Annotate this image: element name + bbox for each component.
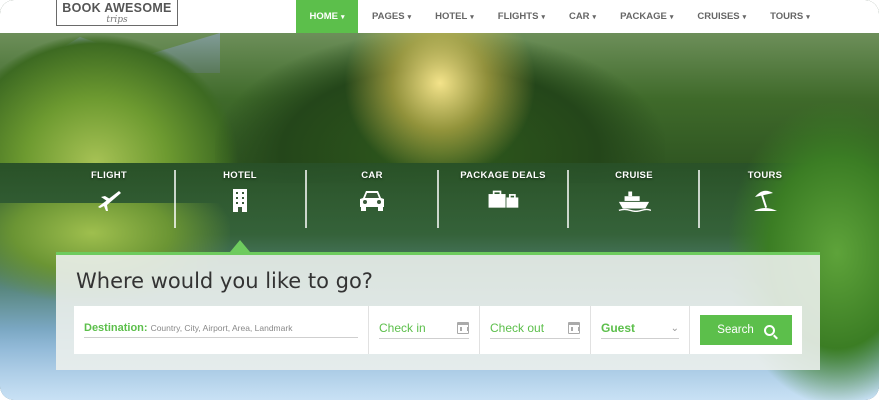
chevron-down-icon: ▾ [470, 13, 474, 21]
top-navigation-bar: BOOK AWESOME trips HOME ▾ PAGES ▾ HOTEL ▾ F… [0, 0, 879, 33]
tab-label: PACKAGE DEALS [460, 170, 546, 181]
search-form: Destination: Country, City, Airport, Are… [74, 306, 802, 354]
booking-category-tabs: FLIGHT HOTEL CAR PACKAGE DEALS CRUISE TO… [45, 170, 835, 232]
checkout-input[interactable]: Check out [490, 321, 580, 339]
destination-input[interactable]: Destination: Country, City, Airport, Are… [84, 322, 358, 338]
guest-select[interactable]: Guest ⌄ [591, 306, 690, 354]
tab-cruise[interactable]: CRUISE [570, 170, 698, 230]
search-icon [763, 324, 775, 336]
building-icon [223, 187, 257, 213]
tab-label: CRUISE [615, 170, 653, 181]
chevron-down-icon: ⌄ [670, 322, 679, 334]
tab-divider [698, 170, 700, 228]
search-button[interactable]: Search [700, 315, 792, 345]
site-logo[interactable]: BOOK AWESOME trips [56, 0, 178, 26]
chevron-down-icon: ▾ [407, 13, 412, 21]
nav-item-label: FLIGHTS [497, 11, 539, 22]
calendar-icon[interactable] [457, 322, 469, 334]
guest-dropdown[interactable]: Guest ⌄ [601, 321, 679, 339]
search-panel: Where would you like to go? Destination:… [56, 252, 820, 370]
nav-item-label: HOTEL [435, 11, 468, 22]
checkout-field[interactable]: Check out [480, 306, 591, 354]
nav-item-label: TOURS [770, 11, 804, 22]
tab-flight[interactable]: FLIGHT [45, 170, 173, 230]
nav-item-flights[interactable]: FLIGHTS ▾ [486, 0, 557, 33]
checkin-placeholder: Check in [379, 321, 426, 335]
guest-value: Guest [601, 321, 636, 335]
nav-item-hotel[interactable]: HOTEL ▾ [423, 0, 486, 33]
car-icon [355, 187, 389, 213]
tab-label: HOTEL [223, 170, 257, 181]
nav-item-tours[interactable]: TOURS ▾ [758, 0, 822, 33]
tab-divider [567, 170, 569, 228]
tab-divider [305, 170, 307, 228]
tab-label: TOURS [747, 170, 783, 181]
nav-item-package[interactable]: PACKAGE ▾ [608, 0, 685, 33]
nav-item-car[interactable]: CAR ▾ [557, 0, 608, 33]
checkin-input[interactable]: Check in [379, 321, 469, 339]
logo-title: BOOK AWESOME [62, 1, 172, 15]
checkin-field[interactable]: Check in [369, 306, 480, 354]
tab-label: CAR [361, 170, 383, 181]
search-button-label: Search [717, 324, 754, 336]
main-menu: HOME ▾ PAGES ▾ HOTEL ▾ FLIGHTS ▾ CAR ▾ PACKAG… [296, 0, 822, 33]
tab-tours[interactable]: TOURS [701, 170, 829, 230]
destination-field[interactable]: Destination: Country, City, Airport, Are… [74, 306, 369, 354]
chevron-down-icon: ▾ [669, 13, 674, 21]
checkout-placeholder: Check out [490, 321, 545, 335]
nav-item-cruises[interactable]: CRUISES ▾ [685, 0, 758, 33]
tab-hotel[interactable]: HOTEL [176, 170, 304, 230]
chevron-down-icon: ▾ [592, 13, 597, 21]
chevron-down-icon: ▾ [806, 13, 810, 21]
nav-item-label: PACKAGE [620, 11, 667, 22]
luggage-icon [486, 187, 520, 213]
nav-item-label: HOME [309, 11, 338, 22]
ship-icon [617, 187, 651, 213]
hillside [0, 33, 240, 163]
nav-item-label: CAR [568, 11, 590, 22]
nav-item-pages[interactable]: PAGES ▾ [360, 0, 423, 33]
tab-car[interactable]: CAR [308, 170, 436, 230]
airplane-icon [92, 187, 126, 213]
nav-item-label: CRUISES [697, 11, 740, 22]
chevron-down-icon: ▾ [541, 13, 545, 21]
destination-label: Destination: [84, 322, 148, 334]
search-heading: Where would you like to go? [76, 269, 373, 293]
beach-umbrella-icon [748, 187, 782, 213]
chevron-down-icon: ▾ [742, 13, 747, 21]
nav-item-label: PAGES [372, 11, 405, 22]
sunlight [330, 33, 550, 163]
active-tab-pointer [230, 240, 250, 252]
calendar-icon[interactable] [568, 322, 580, 334]
nav-item-home[interactable]: HOME ▾ [296, 0, 358, 33]
destination-placeholder: Country, City, Airport, Area, Landmark [150, 323, 293, 333]
chevron-down-icon: ▾ [340, 13, 345, 21]
logo-subtitle: trips [106, 15, 128, 25]
tab-label: FLIGHT [90, 170, 128, 181]
browser-frame: BOOK AWESOME trips HOME ▾ PAGES ▾ HOTEL ▾ F… [0, 0, 879, 400]
tab-package-deals[interactable]: PACKAGE DEALS [439, 170, 567, 230]
